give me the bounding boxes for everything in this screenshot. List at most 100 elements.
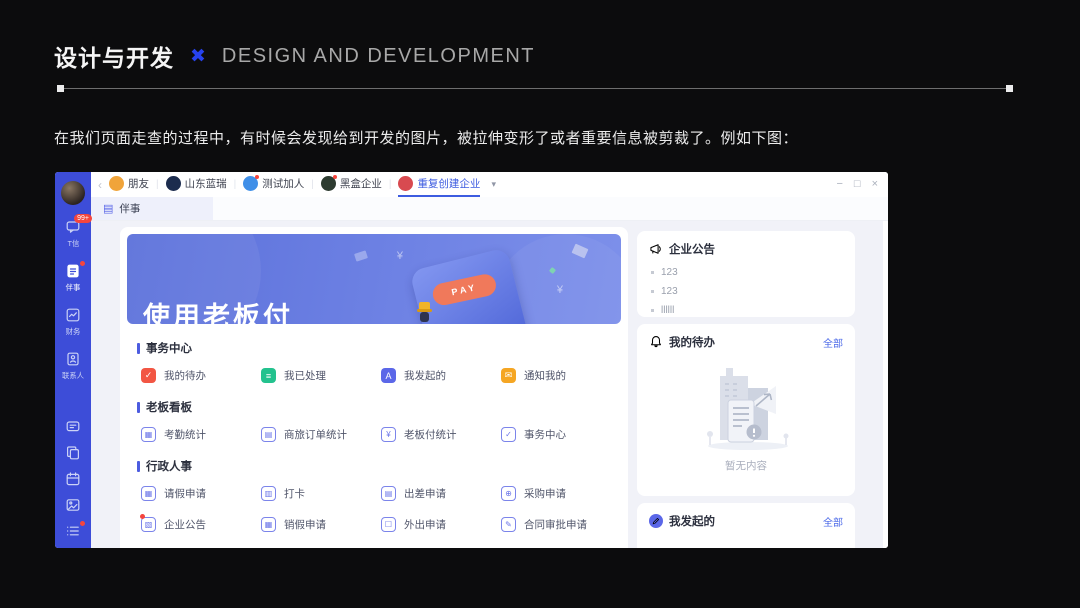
right-panel: 企业公告 123 123 llllll 我的待办 全部 暂无内容 我发起的 全部: [637, 231, 855, 548]
app-entry-label: 我的待办: [164, 370, 206, 382]
section-header: 事务中心: [137, 340, 621, 356]
processed-icon: ≡: [261, 368, 276, 383]
section-accent-bar: [137, 342, 140, 354]
list-icon[interactable]: [65, 521, 85, 539]
announcement-item[interactable]: 123: [651, 267, 843, 278]
slide-title-cn: 设计与开发: [54, 45, 174, 71]
yen-glyph: ¥: [556, 284, 563, 296]
tab-divider: |: [388, 179, 392, 190]
app-entry-外出申请[interactable]: ☐ 外出申请: [381, 517, 501, 532]
org-tab-2[interactable]: 山东蓝瑞: [165, 172, 227, 197]
app-entry-商旅订单统计[interactable]: ▤ 商旅订单统计: [261, 427, 381, 442]
section-accent-bar: [137, 401, 140, 413]
bell-icon: [649, 335, 663, 349]
caret-down-icon[interactable]: ▾: [491, 179, 496, 190]
app-entry-事务中心[interactable]: ✓ 事务中心: [501, 427, 621, 442]
announcement-title: 企业公告: [669, 244, 715, 256]
contract-approval-icon: ✎: [501, 517, 516, 532]
app-entry-出差申请[interactable]: ▤ 出差申请: [381, 486, 501, 501]
section-header: 行政人事: [137, 458, 621, 474]
sidebar-item-财务[interactable]: 财务: [65, 307, 81, 337]
initiated-title: 我发起的: [669, 516, 715, 528]
section-grid: ▦ 请假申请 ▥ 打卡 ▤ 出差申请 ⊕ 采购申请 ▧ 企业公告 ▦ 销假申请 ☐ 外出申请 ✎ 合同审批申请…: [140, 486, 621, 548]
view-all-link[interactable]: 全部: [823, 335, 843, 350]
confetti-shape: [354, 250, 368, 262]
app-entry-我发起的[interactable]: A 我发起的: [381, 368, 501, 383]
org-avatar: [398, 176, 414, 191]
close-button[interactable]: ×: [872, 179, 878, 190]
app-entry-label: 合同审批申请: [524, 519, 587, 531]
org-tab-4[interactable]: 黑盒企业: [320, 172, 382, 197]
copy-icon[interactable]: [65, 445, 81, 461]
app-entry-label: 外出申请: [404, 519, 446, 531]
app-entry-销假申请[interactable]: ▦ 销假申请: [261, 517, 381, 532]
app-entry-label: 我已处理: [284, 370, 326, 382]
tab-banshi[interactable]: ▤ 伴事: [91, 197, 213, 220]
org-tab-5[interactable]: 重复创建企业: [398, 172, 481, 197]
app-entry-老板付统计[interactable]: ¥ 老板付统计: [381, 427, 501, 442]
bosspay-banner[interactable]: ¥ ¥ PAY 使用老板付: [127, 234, 621, 324]
app-content: ¥ ¥ PAY 使用老板付 事务中心 ✓ 我的待办 ≡ 我已处理 A 我发起的 ✉ 通知我的 老板…: [91, 221, 888, 548]
app-entry-打卡[interactable]: ▥ 打卡: [261, 486, 381, 501]
sidebar-item-label: 财务: [65, 327, 81, 336]
title-divider: [57, 85, 1013, 92]
tab-divider: |: [233, 179, 237, 190]
app-window-screenshot: 99+ T信 伴事 财务 联系人 ‹ 朋友 | 山东蓝瑞 | 测试加人 | 黑盒企业 | 重复创建企业 …: [55, 172, 888, 548]
notify-me-icon: ✉: [501, 368, 516, 383]
app-entry-通知我的[interactable]: ✉ 通知我的: [501, 368, 621, 383]
tab-divider: |: [156, 179, 159, 190]
x-mark-icon: ✖: [190, 45, 206, 67]
tasks-icon: [65, 261, 85, 279]
app-entry-采购申请[interactable]: ⊕ 采购申请: [501, 486, 621, 501]
maximize-button[interactable]: □: [854, 179, 861, 190]
initiated-icon: A: [381, 368, 396, 383]
chat-icon: 99+: [65, 214, 92, 235]
banner-title: 使用老板付: [143, 302, 293, 324]
gallery-icon[interactable]: [65, 497, 81, 513]
sidebar-item-伴事[interactable]: 伴事: [65, 261, 85, 293]
sidebar-nav: 99+ T信伴事财务联系人: [61, 205, 92, 381]
app-entry-企业公告[interactable]: ▧ 企业公告: [140, 514, 261, 532]
chevron-left-icon[interactable]: ‹: [98, 178, 102, 192]
org-tab-bar: ‹ 朋友 | 山东蓝瑞 | 测试加人 | 黑盒企业 | 重复创建企业 ▾ − □ ×: [91, 172, 888, 197]
org-tab-label: 黑盒企业: [339, 178, 382, 190]
scrollbar-track[interactable]: [883, 221, 888, 548]
section-grid: ▦ 考勤统计 ▤ 商旅订单统计 ¥ 老板付统计 ✓ 事务中心: [141, 427, 621, 442]
app-entry-我已处理[interactable]: ≡ 我已处理: [261, 368, 381, 383]
app-entry-合同审批申请[interactable]: ✎ 合同审批申请: [501, 517, 621, 532]
comment-icon[interactable]: [65, 419, 81, 435]
attendance-stats-icon: ▦: [141, 427, 156, 442]
sidebar-item-T信[interactable]: 99+ T信: [65, 214, 92, 249]
announcement-item[interactable]: llllll: [651, 305, 843, 316]
affairs-center-icon: ✓: [501, 427, 516, 442]
app-entry-label: 出差申请: [404, 488, 446, 500]
app-entry-考勤统计[interactable]: ▦ 考勤统计: [141, 427, 261, 442]
section-title: 老板看板: [146, 402, 192, 414]
org-avatar: [320, 175, 337, 191]
app-entry-我的待办[interactable]: ✓ 我的待办: [141, 368, 261, 383]
org-tab-1[interactable]: 朋友: [109, 172, 149, 197]
minimize-button[interactable]: −: [836, 179, 842, 190]
sidebar-tools: [65, 419, 85, 548]
notification-dot: [80, 521, 85, 526]
org-avatar: [109, 176, 124, 191]
app-entry-label: 事务中心: [524, 429, 566, 441]
user-avatar[interactable]: [61, 181, 85, 205]
org-tab-label: 山东蓝瑞: [184, 178, 227, 190]
sidebar-item-联系人[interactable]: 联系人: [61, 351, 85, 381]
org-tab-3[interactable]: 测试加人: [243, 172, 304, 197]
org-tab-label: 朋友: [128, 178, 149, 190]
app-entry-label: 企业公告: [164, 519, 206, 531]
announcement-item[interactable]: 123: [651, 286, 843, 297]
app-entry-label: 商旅订单统计: [284, 429, 347, 441]
app-entry-请假申请[interactable]: ▦ 请假申请: [141, 486, 261, 501]
outing-request-icon: ☐: [381, 517, 396, 532]
bullet-icon: [651, 309, 654, 312]
leave-request-icon: ▦: [141, 486, 156, 501]
app-sections: 事务中心 ✓ 我的待办 ≡ 我已处理 A 我发起的 ✉ 通知我的 老板看板 ▦ 考勤统计 ▤ 商旅订单统计…: [127, 340, 621, 548]
view-all-link[interactable]: 全部: [823, 514, 843, 529]
tab-label: 伴事: [119, 203, 141, 215]
calendar-icon[interactable]: [65, 471, 81, 487]
bosspay-stats-icon: ¥: [381, 427, 396, 442]
app-sidebar: 99+ T信伴事财务联系人: [55, 172, 92, 548]
